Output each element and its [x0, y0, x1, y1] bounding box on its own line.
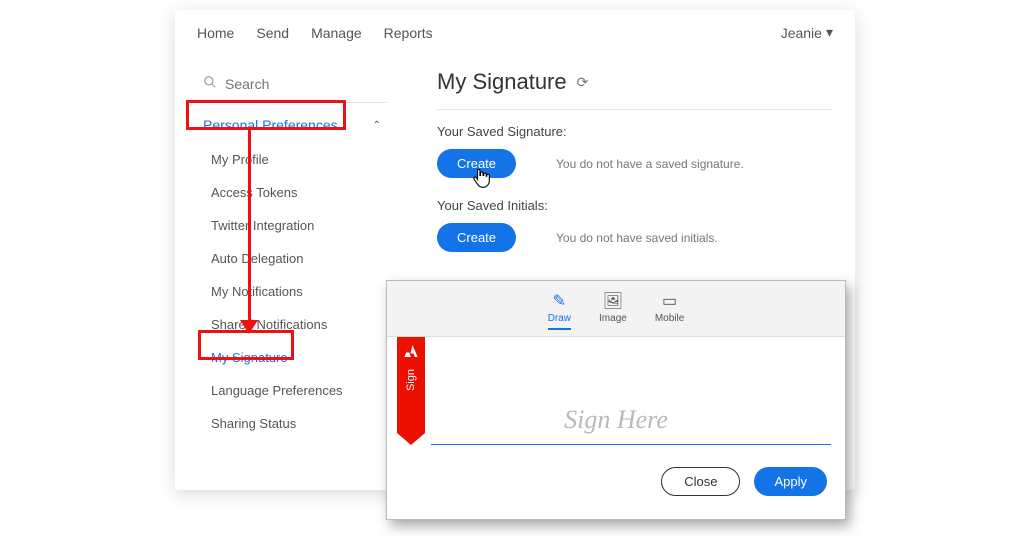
- image-icon: 🖼: [599, 291, 627, 311]
- mobile-icon: ▭: [655, 291, 684, 311]
- chevron-down-icon: ▾: [826, 24, 833, 41]
- adobe-logo-icon: [403, 343, 419, 363]
- sidebar-item-language-preferences[interactable]: Language Preferences: [197, 374, 387, 407]
- sidebar: Personal Preferences ⌃ My Profile Access…: [197, 51, 387, 440]
- sidebar-item-my-signature[interactable]: My Signature: [197, 341, 387, 374]
- sidebar-item-auto-delegation[interactable]: Auto Delegation: [197, 242, 387, 275]
- close-button[interactable]: Close: [661, 467, 740, 496]
- create-initials-button[interactable]: Create: [437, 223, 516, 252]
- dialog-button-row: Close Apply: [387, 467, 845, 510]
- page-title: My Signature ⟳: [437, 69, 833, 110]
- sidebar-item-access-tokens[interactable]: Access Tokens: [197, 176, 387, 209]
- draw-icon: ✎: [548, 291, 571, 311]
- search-input[interactable]: [225, 76, 381, 92]
- signature-baseline: [431, 444, 831, 445]
- signature-canvas[interactable]: Sign Sign Here: [387, 337, 845, 467]
- sidebar-section-personal-preferences[interactable]: Personal Preferences ⌃: [197, 103, 387, 143]
- sidebar-item-twitter-integration[interactable]: Twitter Integration: [197, 209, 387, 242]
- dialog-tabs: ✎ Draw 🖼 Image ▭ Mobile: [387, 281, 845, 337]
- sidebar-list: My Profile Access Tokens Twitter Integra…: [197, 143, 387, 440]
- nav-send[interactable]: Send: [256, 25, 289, 41]
- nav-home[interactable]: Home: [197, 25, 234, 41]
- nav-manage[interactable]: Manage: [311, 25, 362, 41]
- user-name: Jeanie: [781, 25, 822, 41]
- sidebar-item-shared-notifications[interactable]: Shared Notifications: [197, 308, 387, 341]
- signature-dialog: ✎ Draw 🖼 Image ▭ Mobile Sign Sign Here C…: [386, 280, 846, 520]
- refresh-icon[interactable]: ⟳: [577, 74, 589, 91]
- no-signature-hint: You do not have a saved signature.: [556, 157, 744, 171]
- apply-button[interactable]: Apply: [754, 467, 827, 496]
- saved-initials-label: Your Saved Initials:: [437, 198, 833, 213]
- no-initials-hint: You do not have saved initials.: [556, 231, 718, 245]
- sidebar-item-sharing-status[interactable]: Sharing Status: [197, 407, 387, 440]
- user-menu[interactable]: Jeanie ▾: [781, 24, 833, 41]
- search-box[interactable]: [197, 71, 387, 103]
- nav-reports[interactable]: Reports: [384, 25, 433, 41]
- sign-here-placeholder: Sign Here: [387, 405, 845, 435]
- sidebar-item-my-profile[interactable]: My Profile: [197, 143, 387, 176]
- section-title: Personal Preferences: [203, 117, 338, 133]
- search-icon: [203, 75, 217, 92]
- saved-signature-label: Your Saved Signature:: [437, 124, 833, 139]
- create-signature-button[interactable]: Create: [437, 149, 516, 178]
- tab-draw[interactable]: ✎ Draw: [548, 291, 571, 330]
- sidebar-item-my-notifications[interactable]: My Notifications: [197, 275, 387, 308]
- chevron-up-icon: ⌃: [373, 120, 381, 131]
- tab-image[interactable]: 🖼 Image: [599, 291, 627, 330]
- top-nav: Home Send Manage Reports Jeanie ▾: [175, 10, 855, 51]
- tab-mobile[interactable]: ▭ Mobile: [655, 291, 684, 330]
